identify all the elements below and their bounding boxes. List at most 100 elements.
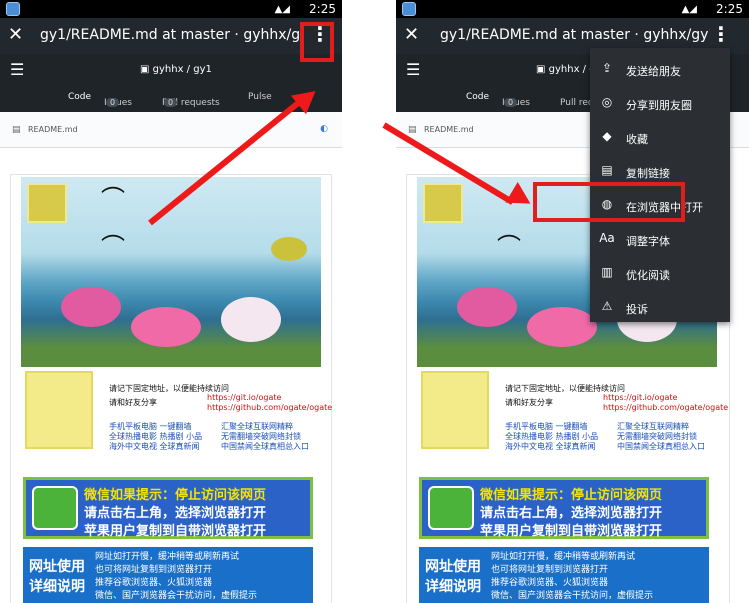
swallow-image: ⌒ <box>101 233 125 261</box>
browser-toolbar: ✕ gy1/README.md at master · gyhhx/gy1 · … <box>0 18 342 54</box>
close-icon[interactable]: ✕ <box>8 24 23 45</box>
wechat-banner: 微信如果提示：停止访问该网页 请点击右上角，选择浏览器打开 苹果用户复制到自带浏… <box>23 477 313 539</box>
status-time: 2:25 <box>309 2 336 16</box>
usage-line: 也可将网址复制到浏览器打开 <box>491 565 609 575</box>
status-bar: ▲◢ 2:25 <box>396 0 749 18</box>
tab-pulse[interactable]: Pulse <box>248 92 272 102</box>
menu-item-label: 投诉 <box>626 303 648 316</box>
menu-item-label: 优化阅读 <box>626 269 670 282</box>
link-1[interactable]: https://git.io/ogate <box>603 393 677 402</box>
highlight-box <box>533 182 685 222</box>
moments-icon: ◎ <box>601 95 613 109</box>
menu-item-label: 复制链接 <box>626 167 670 180</box>
bird-image <box>271 237 307 261</box>
tab-code[interactable]: Code <box>68 92 91 102</box>
menu-item-favorite[interactable]: ◆ 收藏 <box>590 120 730 154</box>
menu-item-reader-mode[interactable]: ▥ 优化阅读 <box>590 256 730 290</box>
menu-item-report[interactable]: ⚠ 投诉 <box>590 290 730 324</box>
app-icon <box>6 2 20 16</box>
github-header: ☰ ▣ gyhhx / gy1 <box>0 54 342 86</box>
issues-count-badge: 0 <box>504 98 518 107</box>
note-line-2: 请和好友分享 <box>109 398 157 407</box>
highlight-box <box>300 22 334 62</box>
grid-item: 海外中文电视 全球真新闻 <box>109 442 200 451</box>
repo-icon: ▣ <box>140 64 153 75</box>
book-icon: ▤ <box>12 125 21 135</box>
menu-item-label: 发送给朋友 <box>626 65 681 78</box>
readme-label: README.md <box>28 125 78 134</box>
usage-banner: 网址使用 详细说明 网址如打开慢，缓冲稍等或刷新再试 也可将网址复制到浏览器打开 … <box>419 547 709 603</box>
usage-line: 推荐谷歌浏览器、火狐浏览器 <box>491 578 609 588</box>
menu-item-share-moments[interactable]: ◎ 分享到朋友圈 <box>590 86 730 120</box>
flower-image <box>131 307 201 347</box>
usage-side-2: 详细说明 <box>29 579 85 595</box>
usage-side-title: 网址使用 详细说明 <box>425 557 481 597</box>
menu-item-send-to-friend[interactable]: ⇪ 发送给朋友 <box>590 52 730 86</box>
grid-item: 中国禁闻全球真相总入口 <box>617 442 705 451</box>
reader-icon: ▥ <box>601 265 613 279</box>
readme-label: README.md <box>424 125 474 134</box>
wechat-line-3: 苹果用户复制到自带浏览器打开 <box>480 524 663 539</box>
menu-icon[interactable]: ☰ <box>406 60 420 79</box>
favorite-icon: ◆ <box>602 129 612 143</box>
swallow-image: ⌒ <box>101 185 125 213</box>
link-2[interactable]: https://github.com/ogate/ogate <box>207 403 332 412</box>
menu-item-label: 调整字体 <box>626 235 670 248</box>
usage-side-1: 网址使用 <box>29 559 85 575</box>
repo-title[interactable]: ▣ gyhhx / gy1 <box>140 64 212 75</box>
usage-line: 网址如打开慢，缓冲稍等或刷新再试 <box>95 552 240 562</box>
tab-code[interactable]: Code <box>466 92 489 102</box>
more-options-button[interactable]: ⋮ <box>711 22 731 46</box>
signal-icon: ▲◢ <box>274 4 290 15</box>
wechat-line-2: 请点击右上角，选择浏览器打开 <box>84 506 267 521</box>
usage-side-1: 网址使用 <box>425 559 481 575</box>
page-url: gy1/README.md at master · gyhhx/gy1 · G. <box>40 27 300 43</box>
repo-name: gyhhx / gy1 <box>152 64 212 75</box>
warning-icon: ⚠ <box>601 299 613 313</box>
link-1[interactable]: https://git.io/ogate <box>207 393 281 402</box>
usage-line: 网址如打开慢，缓冲稍等或刷新再试 <box>491 552 636 562</box>
usage-side-title: 网址使用 详细说明 <box>29 557 85 597</box>
link-2[interactable]: https://github.com/ogate/ogate <box>603 403 728 412</box>
flower-image <box>61 287 121 327</box>
readme-content: ⌒ ⌒ 请记下固定地址，以便能持续访问 请和好友分享 https://git.i… <box>10 174 332 603</box>
logo-stamp <box>25 371 93 449</box>
flower-image <box>221 297 281 342</box>
flower-image <box>457 287 517 327</box>
app-icon <box>402 2 416 16</box>
usage-banner: 网址使用 详细说明 网址如打开慢，缓冲稍等或刷新再试 也可将网址复制到浏览器打开 … <box>23 547 313 603</box>
signal-icon: ▲◢ <box>681 4 697 15</box>
grid-item: 中国禁闻全球真相总入口 <box>221 442 309 451</box>
note-line-2: 请和好友分享 <box>505 398 553 407</box>
wechat-title: 微信如果提示：停止访问该网页 <box>480 488 663 503</box>
grid-item: 海外中文电视 全球真新闻 <box>505 442 596 451</box>
book-icon: ▤ <box>408 125 417 135</box>
logo-stamp <box>421 371 489 449</box>
logo-stamp <box>423 183 463 223</box>
usage-line: 微信、国产浏览器会干扰访问，虚假提示 <box>95 591 258 601</box>
pulls-count-badge: 0 <box>164 98 178 107</box>
usage-line: 也可将网址复制到浏览器打开 <box>95 565 213 575</box>
usage-side-2: 详细说明 <box>425 579 481 595</box>
copy-link-icon: ▤ <box>601 163 613 177</box>
wechat-line-3: 苹果用户复制到自带浏览器打开 <box>84 524 267 539</box>
close-icon[interactable]: ✕ <box>404 24 419 45</box>
wechat-icon <box>428 486 474 530</box>
left-screenshot: ▲◢ 2:25 ✕ gy1/README.md at master · gyhh… <box>0 0 342 603</box>
page-url: gy1/README.md at master · gyhhx/gy1 · G. <box>440 27 710 43</box>
font-icon: Aa <box>599 231 615 245</box>
wechat-icon <box>32 486 78 530</box>
wechat-title: 微信如果提示：停止访问该网页 <box>84 488 267 503</box>
readme-header: ▤ README.md ◐ <box>0 112 342 148</box>
status-time: 2:25 <box>716 2 743 16</box>
issues-count-badge: 0 <box>106 98 120 107</box>
repo-icon: ▣ <box>536 64 549 75</box>
menu-item-label: 收藏 <box>626 133 648 146</box>
flower-image <box>527 307 597 347</box>
usage-line: 微信、国产浏览器会干扰访问，虚假提示 <box>491 591 654 601</box>
menu-item-font-size[interactable]: Aa 调整字体 <box>590 222 730 256</box>
wechat-banner: 微信如果提示：停止访问该网页 请点击右上角，选择浏览器打开 苹果用户复制到自带浏… <box>419 477 709 539</box>
menu-icon[interactable]: ☰ <box>10 60 24 79</box>
status-bar: ▲◢ 2:25 <box>0 0 342 18</box>
edit-icon[interactable]: ◐ <box>320 124 328 134</box>
